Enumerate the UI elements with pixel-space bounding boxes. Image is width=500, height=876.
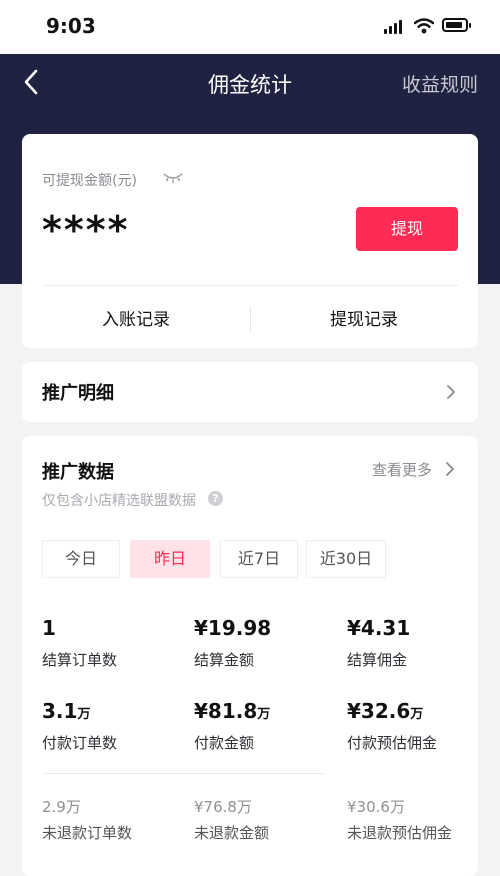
status-time: 9:03 xyxy=(46,14,96,38)
status-bar: 9:03 xyxy=(0,0,500,54)
income-records-link[interactable]: 入账记录 xyxy=(22,305,250,330)
promotion-data-subtitle: 仅包含小店精选联盟数据 xyxy=(42,493,196,509)
paid-amount-value: ¥81.8万 xyxy=(194,699,271,723)
unrefunded-estimated-commission-value: ¥30.6万 xyxy=(347,798,405,816)
paid-estimated-commission-label: 付款预估佣金 xyxy=(347,734,438,752)
earnings-rules-link[interactable]: 收益规则 xyxy=(402,70,478,97)
eye-closed-icon[interactable] xyxy=(162,172,184,184)
signal-icon xyxy=(384,20,404,34)
tab-yesterday[interactable]: 昨日 xyxy=(130,540,210,578)
help-icon[interactable]: ? xyxy=(208,491,223,506)
promotion-detail-row[interactable]: 推广明细 xyxy=(22,362,478,422)
unrefunded-orders-label: 未退款订单数 xyxy=(42,824,133,842)
paid-orders-label: 付款订单数 xyxy=(42,734,118,752)
tab-last-30-days[interactable]: 近30日 xyxy=(306,540,386,578)
settled-amount-label: 结算金额 xyxy=(194,651,255,669)
unrefunded-amount-label: 未退款金额 xyxy=(194,824,270,842)
unrefunded-orders-value: 2.9万 xyxy=(42,798,81,816)
see-more-label: 查看更多 xyxy=(372,461,433,479)
paid-estimated-commission-value: ¥32.6万 xyxy=(347,699,424,723)
chevron-right-icon xyxy=(447,385,455,399)
settled-orders-label: 结算订单数 xyxy=(42,651,118,669)
withdrawable-amount-label: 可提现金额(元) xyxy=(42,173,137,189)
paid-orders-value: 3.1万 xyxy=(42,699,91,723)
divider xyxy=(42,773,325,774)
paid-amount-label: 付款金额 xyxy=(194,734,255,752)
settled-amount-value: ¥19.98 xyxy=(194,616,272,640)
divider xyxy=(42,285,458,286)
tab-last-7-days[interactable]: 近7日 xyxy=(220,540,298,578)
settled-commission-value: ¥4.31 xyxy=(347,616,411,640)
settled-orders-value: 1 xyxy=(42,616,56,640)
promotion-data-title: 推广数据 xyxy=(42,462,114,483)
promotion-data-card: 推广数据 查看更多 仅包含小店精选联盟数据 ? 今日 昨日 近7日 近30日 1… xyxy=(22,436,478,876)
chevron-right-icon xyxy=(445,462,454,476)
unrefunded-amount-value: ¥76.8万 xyxy=(194,798,252,816)
promotion-detail-title: 推广明细 xyxy=(42,383,114,404)
balance-value: **** xyxy=(42,208,130,252)
wifi-icon xyxy=(414,18,434,34)
withdraw-records-link[interactable]: 提现记录 xyxy=(250,305,478,330)
balance-card: 可提现金额(元) **** 提现 入账记录 提现记录 xyxy=(22,134,478,348)
battery-icon xyxy=(442,18,471,32)
settled-commission-label: 结算佣金 xyxy=(347,651,408,669)
tab-today[interactable]: 今日 xyxy=(42,540,120,578)
withdraw-button[interactable]: 提现 xyxy=(356,207,458,251)
unrefunded-estimated-commission-label: 未退款预估佣金 xyxy=(347,824,453,842)
see-more-link[interactable]: 查看更多 xyxy=(372,459,454,480)
